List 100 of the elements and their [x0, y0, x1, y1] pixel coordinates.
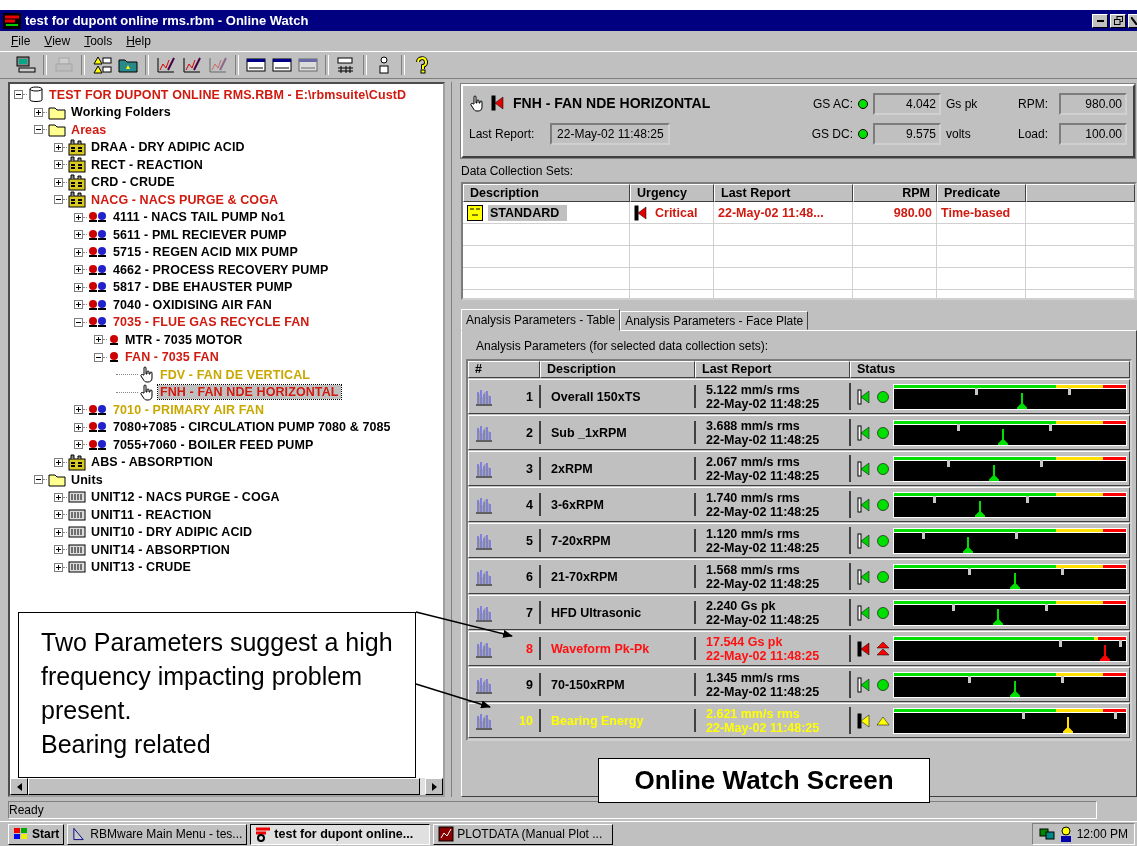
expand-toggle[interactable] [54, 562, 63, 572]
tree-item[interactable]: UNIT13 - CRUDE [89, 560, 194, 575]
taskbar-button[interactable]: RBMware Main Menu - tes... [67, 823, 248, 845]
tree-item[interactable]: 7055+7060 - BOILER FEED PUMP [111, 437, 316, 452]
menu-item[interactable]: Help [119, 34, 158, 48]
tree-item[interactable]: FAN - 7035 FAN [123, 350, 221, 365]
expand-toggle[interactable] [54, 510, 63, 520]
tree-item[interactable]: UNIT11 - REACTION [89, 507, 214, 522]
expand-toggle[interactable] [54, 527, 63, 537]
tree-item[interactable]: NACG - NACS PURGE & COGA [89, 192, 281, 207]
column-header[interactable] [1026, 184, 1135, 202]
taskbar-button[interactable]: PLOTDATA (Manual Plot ... [433, 823, 614, 845]
tree-item[interactable]: 7035 - FLUE GAS RECYCLE FAN [111, 315, 312, 330]
column-header[interactable]: # [468, 361, 540, 378]
tree-item[interactable]: RECT - REACTION [89, 157, 205, 172]
expand-toggle[interactable] [34, 107, 43, 117]
expand-toggle[interactable] [54, 142, 63, 152]
tree-item[interactable]: UNIT10 - DRY ADIPIC ACID [89, 525, 255, 540]
tree-item[interactable]: UNIT12 - NACS PURGE - COGA [89, 490, 282, 505]
toolbar-button[interactable] [154, 54, 178, 76]
tree-item[interactable]: 7040 - OXIDISING AIR FAN [111, 297, 274, 312]
tree-item[interactable]: MTR - 7035 MOTOR [123, 332, 245, 347]
expand-toggle[interactable] [54, 457, 63, 467]
scroll-right-button[interactable] [425, 778, 444, 795]
tree-item[interactable]: 5817 - DBE EHAUSTER PUMP [111, 280, 295, 295]
column-header[interactable]: RPM [853, 184, 937, 202]
column-header[interactable]: Description [540, 361, 695, 378]
expand-toggle[interactable] [54, 195, 63, 205]
expand-toggle[interactable] [14, 90, 23, 100]
status-dot [876, 677, 890, 692]
toolbar-button[interactable] [14, 54, 38, 76]
expand-toggle[interactable] [74, 405, 83, 415]
scroll-left-button[interactable] [10, 778, 28, 795]
unit-label: volts [946, 127, 972, 141]
expand-toggle[interactable] [74, 230, 83, 240]
expand-toggle[interactable] [74, 300, 83, 310]
parameter-row[interactable]: 9 70-150xRPM 1.345 mm/s rms 22-May-02 11:48:25 [468, 667, 1130, 702]
status-dot [876, 425, 890, 440]
tree-item[interactable]: CRD - CRUDE [89, 175, 177, 190]
parameter-row[interactable]: 4 3-6xRPM 1.740 mm/s rms 22-May-02 11:48:25 [468, 487, 1130, 522]
column-header[interactable]: Description [463, 184, 630, 202]
status-dot [876, 533, 890, 548]
expand-toggle[interactable] [74, 282, 83, 292]
expand-toggle[interactable] [94, 352, 103, 362]
parameter-row[interactable]: 6 21-70xRPM 1.568 mm/s rms 22-May-02 11:48:25 [468, 559, 1130, 594]
expand-toggle[interactable] [74, 265, 83, 275]
parameter-row[interactable]: 3 2xRPM 2.067 mm/s rms 22-May-02 11:48:25 [468, 451, 1130, 486]
tree-item[interactable]: 4111 - NACS TAIL PUMP No1 [111, 210, 287, 225]
parameter-number: 7 [526, 605, 533, 620]
start-button[interactable]: Start [8, 823, 65, 845]
expand-toggle[interactable] [54, 545, 63, 555]
tree-item[interactable]: ABS - ABSORPTION [89, 455, 215, 470]
expand-toggle[interactable] [74, 317, 83, 327]
parameter-row[interactable]: 7 HFD Ultrasonic 2.240 Gs pk 22-May-02 11:48:25 [468, 595, 1130, 630]
tab[interactable]: Analysis Parameters - Face Plate [620, 311, 809, 330]
maximize-button[interactable] [1110, 13, 1126, 28]
tree-item[interactable]: 5715 - REGEN ACID MIX PUMP [111, 245, 300, 260]
parameter-row[interactable]: 2 Sub _1xRPM 3.688 mm/s rms 22-May-02 11:48:25 [468, 415, 1130, 450]
expand-toggle[interactable] [54, 492, 63, 502]
table-cell[interactable]: STANDARD [488, 204, 568, 221]
toolbar-button[interactable] [180, 54, 204, 76]
parameter-number: 3 [526, 461, 533, 476]
reading-label: GS AC: [812, 97, 853, 111]
expand-toggle[interactable] [54, 177, 63, 187]
tree-item[interactable]: 7080+7085 - CIRCULATION PUMP 7080 & 7085 [111, 420, 393, 435]
expand-toggle[interactable] [74, 212, 83, 222]
folder-icon [118, 56, 138, 74]
column-header[interactable]: Last Report [695, 361, 850, 378]
reading-value: 1.740 mm/s rms [706, 490, 800, 505]
taskbar-button[interactable]: test for dupont online... [250, 823, 431, 845]
expand-toggle[interactable] [34, 125, 43, 135]
column-header[interactable]: Urgency [630, 184, 714, 202]
tab[interactable]: Analysis Parameters - Table [461, 309, 621, 331]
column-header[interactable]: Last Report [714, 184, 853, 202]
tree-item[interactable]: Units [69, 472, 105, 487]
expand-toggle[interactable] [74, 422, 83, 432]
toolbar-button[interactable] [90, 54, 114, 76]
tree-item[interactable]: Areas [69, 122, 109, 137]
tree-item[interactable]: DRAA - DRY ADIPIC ACID [89, 140, 247, 155]
tree-item[interactable]: 4662 - PROCESS RECOVERY PUMP [111, 262, 331, 277]
expand-toggle[interactable] [34, 475, 43, 485]
tree-item[interactable]: 5611 - PML RECIEVER PUMP [111, 227, 289, 242]
menu-item[interactable]: View [37, 34, 78, 48]
expand-toggle[interactable] [94, 335, 103, 345]
menu-item[interactable]: File [4, 34, 38, 48]
column-header[interactable]: Status [850, 361, 1130, 378]
close-button[interactable] [1128, 13, 1137, 28]
tree-item[interactable]: TEST FOR DUPONT ONLINE RMS.RBM - E:\rbmsuite\CustD [47, 87, 409, 102]
expand-toggle[interactable] [74, 247, 83, 257]
expand-toggle[interactable] [54, 160, 63, 170]
menu-item[interactable]: Tools [77, 34, 120, 48]
column-header[interactable]: Predicate [937, 184, 1026, 202]
parameter-row[interactable]: 5 7-20xRPM 1.120 mm/s rms 22-May-02 11:48:25 [468, 523, 1130, 558]
reading-value: 1.568 mm/s rms [706, 562, 800, 577]
tree-item[interactable]: Working Folders [69, 105, 173, 120]
expand-toggle[interactable] [74, 440, 83, 450]
table-cell: 22-May-02 11:48... [714, 202, 853, 223]
parameter-row[interactable]: 1 Overall 150xTS 5.122 mm/s rms 22-May-02 11:48:25 [468, 379, 1130, 414]
tree-item[interactable]: UNIT14 - ABSORPTION [89, 542, 232, 557]
minimize-button[interactable] [1092, 13, 1108, 28]
